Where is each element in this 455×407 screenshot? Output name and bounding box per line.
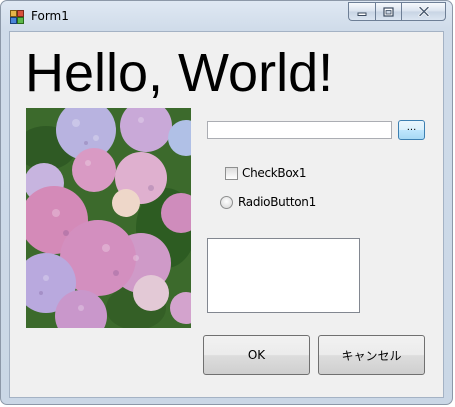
maximize-button[interactable] — [375, 2, 401, 21]
hydrangea-image — [26, 108, 191, 328]
hello-label: Hello, World! — [25, 43, 334, 103]
title-bar[interactable]: Form1 — [1, 1, 452, 31]
minimize-button[interactable] — [348, 2, 375, 21]
app-icon — [10, 10, 24, 24]
close-icon — [418, 6, 429, 17]
radio-button-1[interactable] — [220, 196, 233, 209]
cancel-button[interactable]: キャンセル — [318, 335, 425, 375]
minimize-icon — [357, 12, 367, 16]
caption-buttons — [348, 2, 446, 21]
radio-button-1-label[interactable]: RadioButton1 — [238, 195, 316, 209]
checkbox-1[interactable] — [225, 167, 238, 180]
ok-button[interactable]: OK — [203, 335, 310, 375]
list-box[interactable] — [207, 238, 360, 313]
close-button[interactable] — [401, 2, 446, 21]
window-title: Form1 — [31, 9, 69, 23]
text-box[interactable] — [207, 121, 392, 139]
checkbox-1-label[interactable]: CheckBox1 — [242, 166, 306, 180]
maximize-icon — [383, 6, 394, 17]
browse-button[interactable]: ... — [398, 120, 425, 140]
picture-box — [26, 108, 191, 328]
